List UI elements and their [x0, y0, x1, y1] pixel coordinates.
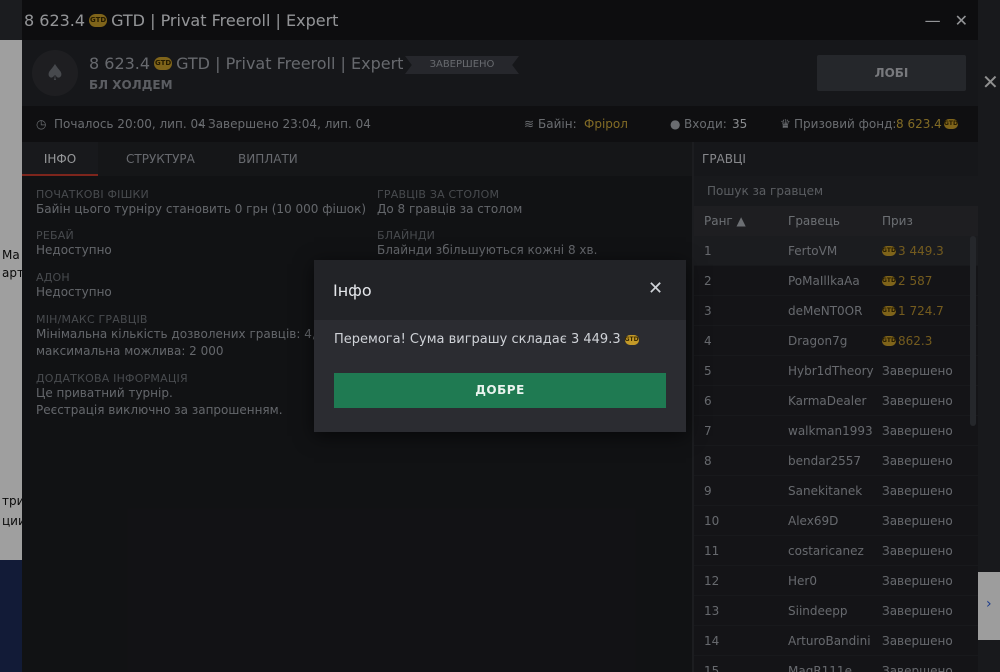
- info-dialog: Інфо ✕ Перемога! Сума виграшу складає 3 …: [314, 260, 686, 432]
- dialog-message: Перемога! Сума виграшу складає 3 449.3 G…: [334, 332, 639, 347]
- ok-button[interactable]: ДОБРЕ: [334, 373, 666, 408]
- dialog-title: Інфо: [333, 281, 372, 300]
- dialog-close-icon[interactable]: ✕: [648, 278, 663, 299]
- dialog-header: Інфо ✕: [314, 260, 686, 320]
- coin-icon: GTD: [624, 334, 639, 345]
- dialog-message-text: Перемога! Сума виграшу складає 3 449.3: [334, 332, 621, 347]
